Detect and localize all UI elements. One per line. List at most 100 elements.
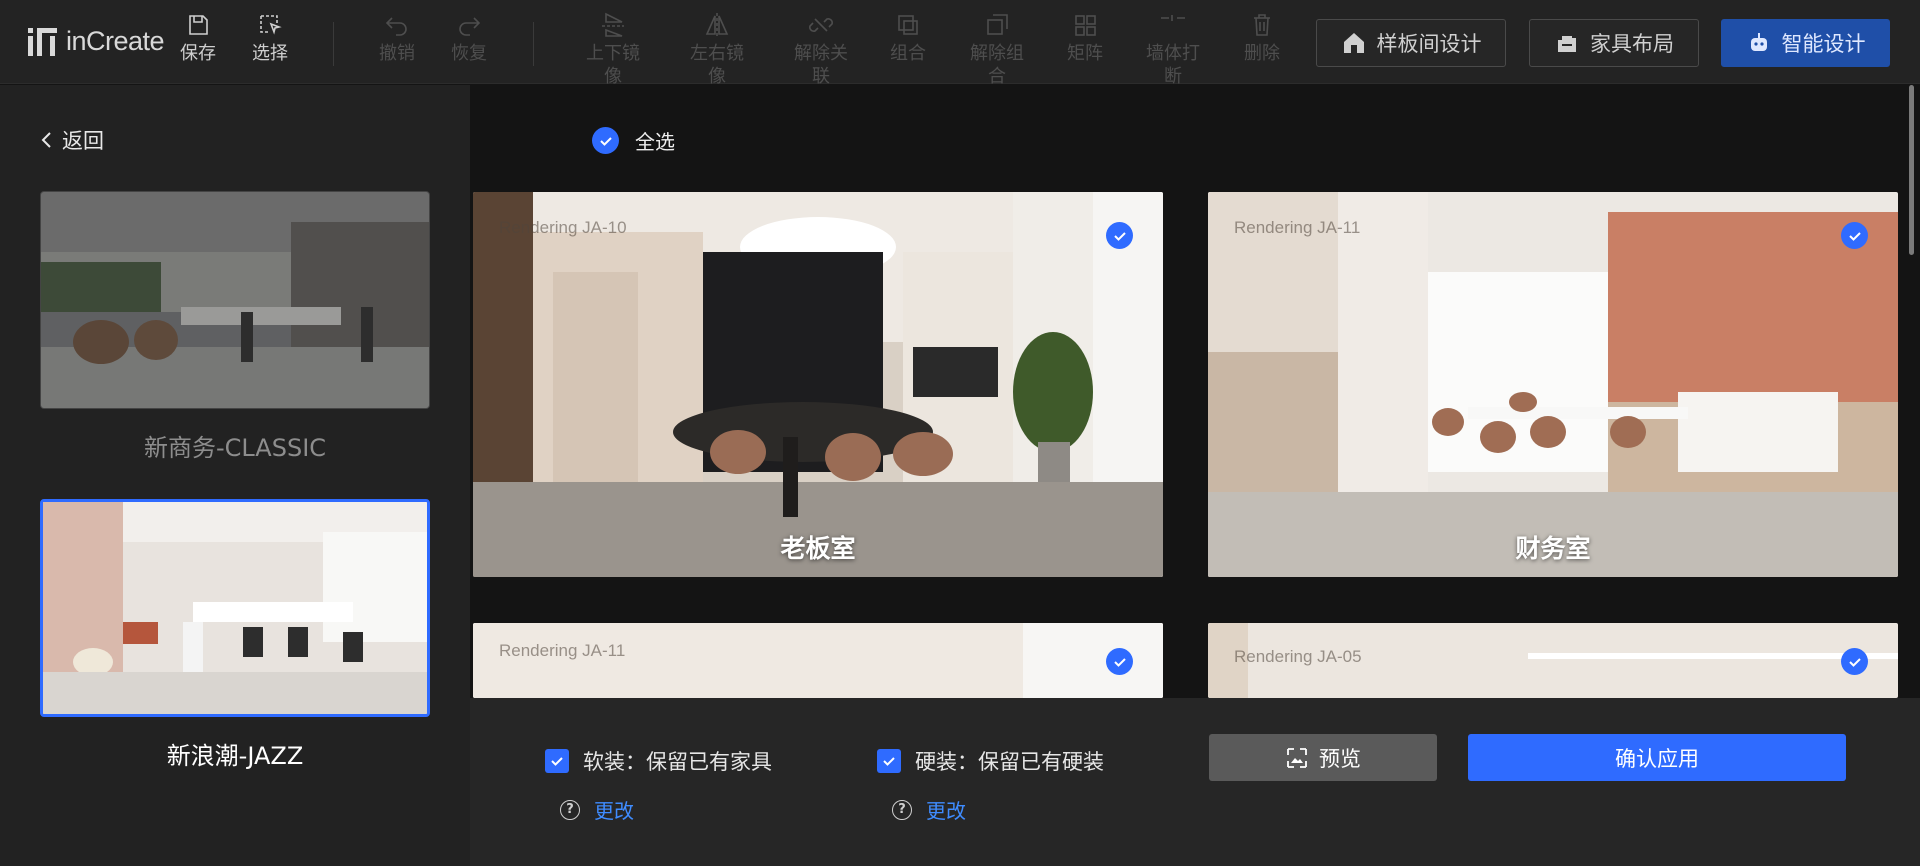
matrix-button[interactable]: 矩阵 bbox=[1050, 10, 1120, 65]
trash-icon bbox=[1254, 14, 1270, 36]
group-icon bbox=[898, 15, 918, 35]
wall-break-icon bbox=[1161, 15, 1185, 21]
checkmark-icon bbox=[1113, 231, 1126, 241]
rendering-tag: Rendering JA-05 bbox=[1234, 647, 1362, 666]
wall-break-label: 墙体打断 bbox=[1146, 43, 1200, 87]
room-card-finance-office[interactable]: Rendering JA-11 财务室 bbox=[1208, 192, 1898, 577]
select-label: 选择 bbox=[252, 43, 288, 64]
smart-design-button[interactable]: 智能设计 bbox=[1721, 19, 1890, 67]
chevron-left-icon bbox=[41, 132, 51, 148]
room-card-3[interactable]: Rendering JA-11 bbox=[473, 623, 1163, 698]
confirm-apply-button[interactable]: 确认应用 bbox=[1468, 734, 1846, 781]
ungroup-label: 解除组合 bbox=[970, 43, 1024, 87]
rendering-tag: Rendering JA-11 bbox=[1234, 218, 1361, 237]
preview-image-icon bbox=[1287, 747, 1307, 768]
keep-hardcover-label: 硬装：保留已有硬装 bbox=[915, 750, 1104, 774]
flip-horizontal-button[interactable]: 左右镜像 bbox=[682, 10, 752, 88]
select-all-checkbox[interactable]: 全选 bbox=[592, 126, 675, 155]
toolbar-divider bbox=[333, 22, 334, 66]
sample-room-label: 样板间设计 bbox=[1376, 32, 1482, 56]
ungroup-icon bbox=[987, 14, 1008, 35]
group-button[interactable]: 组合 bbox=[873, 10, 943, 65]
wall-break-button[interactable]: 墙体打断 bbox=[1138, 10, 1208, 88]
scrollbar-thumb[interactable] bbox=[1909, 85, 1914, 255]
keep-furniture-checkbox[interactable]: 软装：保留已有家具 bbox=[545, 746, 772, 776]
app-logo: inCreate bbox=[28, 26, 165, 57]
furniture-layout-button[interactable]: 家具布局 bbox=[1529, 19, 1699, 67]
room-card-boss-office[interactable]: Rendering JA-10 老板室 bbox=[473, 192, 1163, 577]
unlink-label: 解除关联 bbox=[794, 43, 848, 87]
select-all-label: 全选 bbox=[635, 130, 675, 154]
keep-hardcover-checkbox[interactable]: 硬装：保留已有硬装 bbox=[877, 746, 1104, 776]
checkmark-icon bbox=[1113, 657, 1126, 667]
style-sidebar: 返回 新商务-CLASSIC 新浪潮-JAZZ bbox=[0, 85, 470, 866]
undo-icon bbox=[385, 17, 407, 36]
unlink-button[interactable]: 解除关联 bbox=[786, 10, 856, 88]
select-button[interactable]: 选择 bbox=[235, 10, 305, 65]
delete-button[interactable]: 删除 bbox=[1227, 10, 1297, 65]
room-checkbox[interactable] bbox=[1841, 648, 1868, 675]
finance-office-rendering bbox=[1208, 192, 1898, 577]
rendering-tag: Rendering JA-10 bbox=[499, 218, 627, 237]
change-hard-link[interactable]: ? 更改 bbox=[892, 795, 966, 824]
room-card-4[interactable]: Rendering JA-05 bbox=[1208, 623, 1898, 698]
checkmark-icon bbox=[1848, 231, 1861, 241]
top-toolbar: inCreate 保存 选择 撤销 恢复 上下镜像 左右镜像 解除关联 组合 解… bbox=[0, 0, 1920, 87]
room-name: 老板室 bbox=[780, 534, 856, 563]
help-icon: ? bbox=[560, 799, 580, 820]
redo-label: 恢复 bbox=[451, 43, 487, 64]
undo-label: 撤销 bbox=[379, 43, 415, 64]
change-soft-link[interactable]: ? 更改 bbox=[560, 795, 634, 824]
style-card-jazz[interactable] bbox=[40, 499, 430, 717]
armchair-icon bbox=[1558, 36, 1576, 52]
robot-icon bbox=[1750, 33, 1767, 51]
room-checkbox[interactable] bbox=[1106, 222, 1133, 249]
matrix-label: 矩阵 bbox=[1067, 43, 1103, 64]
rendering-tag: Rendering JA-11 bbox=[499, 641, 626, 660]
checkmark-icon bbox=[1848, 657, 1861, 667]
preview-button[interactable]: 预览 bbox=[1209, 734, 1437, 781]
group-label: 组合 bbox=[890, 43, 926, 64]
back-button[interactable]: 返回 bbox=[40, 125, 104, 155]
style-name-jazz: 新浪潮-JAZZ bbox=[166, 742, 304, 770]
checkbox-checked-icon bbox=[877, 749, 901, 773]
sample-room-design-button[interactable]: 样板间设计 bbox=[1316, 19, 1506, 67]
flip-vertical-button[interactable]: 上下镜像 bbox=[578, 10, 648, 88]
redo-icon bbox=[459, 17, 481, 36]
keep-furniture-label: 软装：保留已有家具 bbox=[583, 750, 772, 774]
increate-logo-icon bbox=[28, 27, 58, 56]
preview-label: 预览 bbox=[1319, 746, 1361, 771]
style-name-classic: 新商务-CLASSIC bbox=[143, 434, 327, 462]
apply-options-panel: 软装：保留已有家具 ? 更改 硬装：保留已有硬装 ? 更改 预览 确认应用 bbox=[470, 698, 1920, 866]
logo-text: inCreate bbox=[66, 26, 165, 56]
room-name: 财务室 bbox=[1515, 534, 1591, 563]
ungroup-button[interactable]: 解除组合 bbox=[962, 10, 1032, 88]
change-label: 更改 bbox=[926, 799, 966, 823]
save-label: 保存 bbox=[180, 43, 216, 64]
change-label: 更改 bbox=[594, 799, 634, 823]
help-icon: ? bbox=[892, 799, 912, 820]
save-icon bbox=[189, 15, 208, 35]
jazz-thumbnail bbox=[43, 502, 427, 714]
style-card-classic[interactable] bbox=[40, 191, 430, 409]
unlink-icon bbox=[809, 18, 833, 32]
matrix-icon bbox=[1075, 15, 1096, 36]
check-circle-icon bbox=[592, 127, 619, 154]
classic-thumbnail bbox=[41, 192, 429, 408]
undo-button[interactable]: 撤销 bbox=[362, 10, 432, 65]
smart-design-label: 智能设计 bbox=[1781, 32, 1866, 56]
house-icon bbox=[1343, 33, 1364, 53]
flip-vertical-icon bbox=[602, 12, 624, 37]
boss-office-rendering bbox=[473, 192, 1163, 577]
flip-horizontal-icon bbox=[705, 13, 729, 37]
redo-button[interactable]: 恢复 bbox=[434, 10, 504, 65]
save-button[interactable]: 保存 bbox=[163, 10, 233, 65]
back-label: 返回 bbox=[62, 129, 104, 153]
flip-horizontal-label: 左右镜像 bbox=[690, 43, 744, 87]
flip-vertical-label: 上下镜像 bbox=[586, 43, 640, 87]
furniture-layout-label: 家具布局 bbox=[1590, 32, 1674, 56]
select-icon bbox=[260, 15, 282, 35]
room-checkbox[interactable] bbox=[1841, 222, 1868, 249]
delete-label: 删除 bbox=[1244, 43, 1280, 64]
room-checkbox[interactable] bbox=[1106, 648, 1133, 675]
